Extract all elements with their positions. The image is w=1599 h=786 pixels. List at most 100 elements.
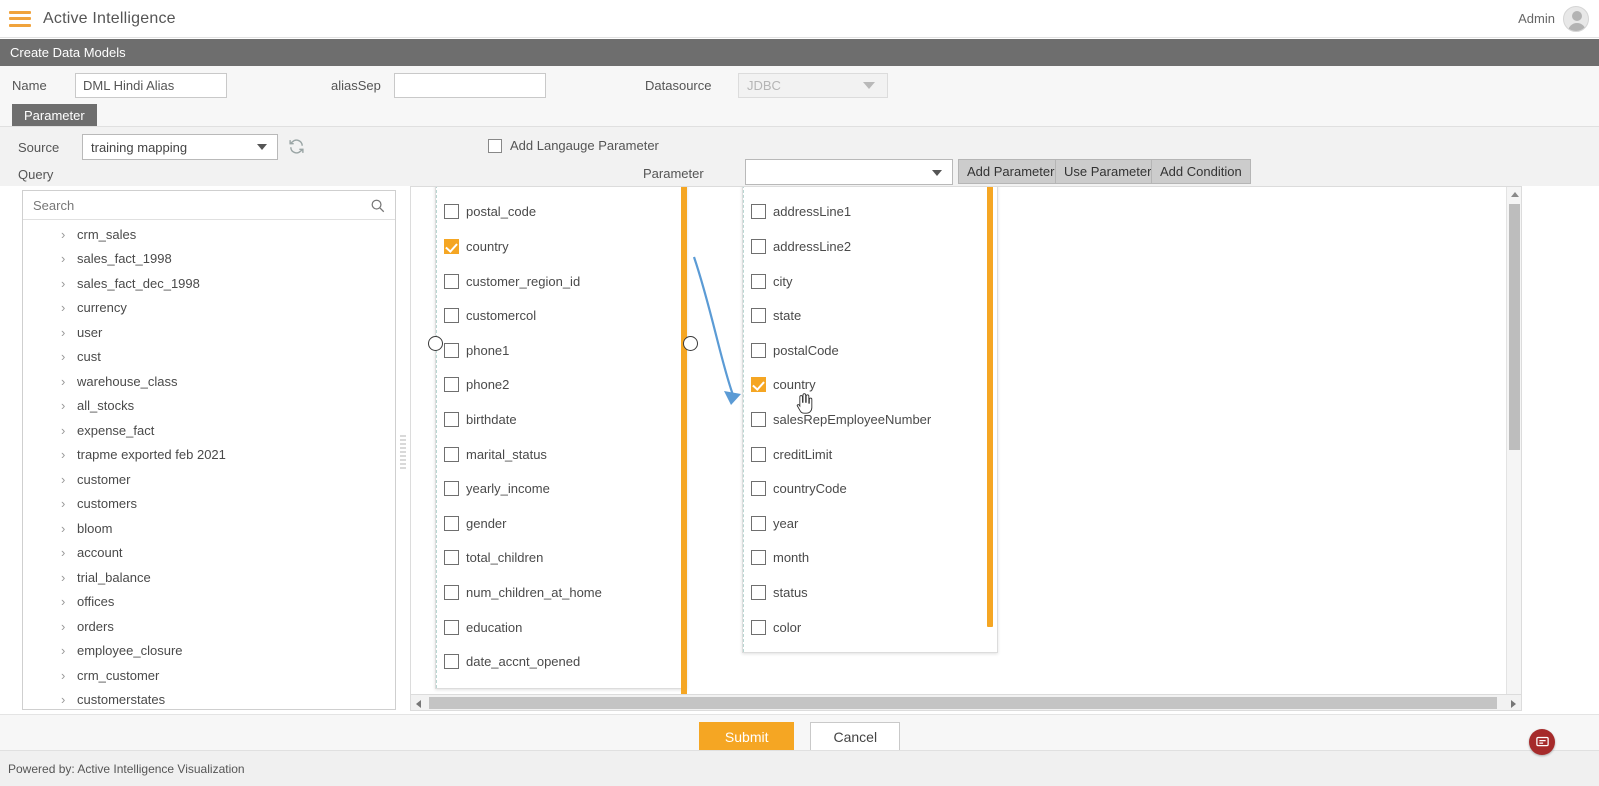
chevron-right-icon[interactable]: › (61, 423, 65, 438)
column-row[interactable]: month (743, 541, 997, 576)
column-row[interactable]: gender (436, 506, 686, 541)
table-box-right[interactable]: phone addressLine1 addressLine2 city state po… (742, 187, 998, 653)
tab-parameter[interactable]: Parameter (12, 104, 97, 126)
tree-item[interactable]: › crm_sales (23, 222, 395, 247)
column-row[interactable]: state_province (436, 187, 686, 195)
panel-splitter[interactable] (398, 190, 408, 710)
checkbox-checked-icon[interactable] (751, 377, 766, 393)
checkbox-icon[interactable] (751, 273, 766, 289)
checkbox-icon[interactable] (751, 411, 766, 427)
chevron-right-icon[interactable]: › (61, 227, 65, 242)
tree-item[interactable]: › employee_closure (23, 639, 395, 664)
chevron-right-icon[interactable]: › (61, 300, 65, 315)
column-row[interactable]: num_children_at_home (436, 575, 686, 610)
checkbox-icon[interactable] (751, 515, 766, 531)
column-row[interactable]: addressLine2 (743, 229, 997, 264)
table-right-column-list[interactable]: phone addressLine1 addressLine2 city state po… (743, 187, 997, 652)
parameter-select[interactable] (745, 159, 953, 185)
checkbox-icon[interactable] (751, 342, 766, 358)
tree-item[interactable]: › trial_balance (23, 565, 395, 590)
tree-item[interactable]: › account (23, 541, 395, 566)
tree-item[interactable]: › customers (23, 492, 395, 517)
checkbox-checked-icon[interactable] (444, 238, 459, 254)
column-row[interactable]: salesRepEmployeeNumber (743, 402, 997, 437)
tree-item[interactable]: › sales_fact_1998 (23, 247, 395, 272)
tree-item[interactable]: › customerstates (23, 688, 395, 710)
checkbox-icon[interactable] (751, 584, 766, 600)
column-row[interactable]: state (743, 298, 997, 333)
source-tree-list[interactable]: › crm_sales › sales_fact_1998 › sales_fact_de… (23, 220, 395, 709)
chevron-right-icon[interactable]: › (61, 545, 65, 560)
checkbox-icon[interactable] (751, 204, 766, 220)
tree-item[interactable]: › expense_fact (23, 418, 395, 443)
checkbox-icon[interactable] (444, 550, 459, 566)
checkbox-icon[interactable] (444, 584, 459, 600)
tree-item[interactable]: › trapme exported feb 2021 (23, 443, 395, 468)
chevron-right-icon[interactable]: › (61, 447, 65, 462)
column-row[interactable]: status (743, 575, 997, 610)
column-row[interactable]: marital_status (436, 437, 686, 472)
checkbox-icon[interactable] (751, 550, 766, 566)
tree-item[interactable]: › all_stocks (23, 394, 395, 419)
canvas-vertical-scrollbar[interactable] (1506, 187, 1521, 709)
chevron-right-icon[interactable]: › (61, 349, 65, 364)
column-row[interactable]: birthdate (436, 402, 686, 437)
column-row[interactable]: education (436, 610, 686, 645)
checkbox-icon[interactable] (444, 308, 459, 324)
tree-item[interactable]: › sales_fact_dec_1998 (23, 271, 395, 296)
scroll-up-icon[interactable] (1511, 192, 1519, 197)
datasource-select[interactable]: JDBC (738, 72, 888, 98)
checkbox-icon[interactable] (751, 619, 766, 635)
column-row[interactable]: creditLimit (743, 437, 997, 472)
chevron-right-icon[interactable]: › (61, 251, 65, 266)
add-language-parameter-checkbox[interactable]: Add Langauge Parameter (488, 138, 659, 153)
column-row[interactable]: addressLine1 (743, 195, 997, 230)
column-row[interactable]: city (743, 264, 997, 299)
column-row[interactable]: customer_region_id (436, 264, 686, 299)
table-left-column-list[interactable]: state_province postal_codecountry customer… (436, 187, 686, 688)
hamburger-icon[interactable] (9, 10, 31, 27)
add-condition-button[interactable]: Add Condition (1151, 159, 1251, 184)
chevron-right-icon[interactable]: › (61, 668, 65, 683)
chevron-right-icon[interactable]: › (61, 521, 65, 536)
tree-item[interactable]: › bloom (23, 516, 395, 541)
aliassep-input[interactable] (394, 72, 546, 98)
source-select[interactable]: training mapping (82, 134, 278, 160)
checkbox-icon[interactable] (444, 446, 459, 462)
checkbox-icon[interactable] (751, 481, 766, 497)
chevron-right-icon[interactable]: › (61, 472, 65, 487)
tree-item[interactable]: › orders (23, 614, 395, 639)
checkbox-icon[interactable] (444, 619, 459, 635)
checkbox-icon[interactable] (444, 654, 459, 670)
chevron-right-icon[interactable]: › (61, 325, 65, 340)
search-input[interactable] (23, 197, 353, 213)
tree-item[interactable]: › cust (23, 345, 395, 370)
refresh-icon[interactable] (288, 138, 305, 155)
checkbox-icon[interactable] (751, 446, 766, 462)
submit-button[interactable]: Submit (698, 721, 795, 752)
chevron-right-icon[interactable]: › (61, 496, 65, 511)
chevron-right-icon[interactable]: › (61, 374, 65, 389)
checkbox-icon[interactable] (444, 204, 459, 220)
checkbox-icon[interactable] (444, 377, 459, 393)
chevron-right-icon[interactable]: › (61, 643, 65, 658)
column-row[interactable]: countryCode (743, 471, 997, 506)
splitter-grip-icon[interactable] (400, 435, 406, 471)
tree-item[interactable]: › customer (23, 467, 395, 492)
chevron-right-icon[interactable]: › (61, 276, 65, 291)
use-parameter-button[interactable]: Use Parameter (1055, 159, 1161, 184)
column-row[interactable]: postalCode (743, 333, 997, 368)
anchor-left-table[interactable] (428, 336, 443, 351)
column-row[interactable]: phone (743, 187, 997, 195)
chevron-right-icon[interactable]: › (61, 692, 65, 707)
add-parameter-button[interactable]: Add Parameter (958, 159, 1064, 184)
column-row[interactable]: country (436, 229, 686, 264)
checkbox-icon[interactable] (751, 238, 766, 254)
tree-item[interactable]: › user (23, 320, 395, 345)
chevron-right-icon[interactable]: › (61, 398, 65, 413)
column-row[interactable]: year (743, 506, 997, 541)
column-row[interactable]: postal_code (436, 195, 686, 230)
chevron-right-icon[interactable]: › (61, 570, 65, 585)
scroll-thumb[interactable] (1509, 204, 1520, 450)
canvas-horizontal-scrollbar[interactable] (410, 694, 1522, 711)
